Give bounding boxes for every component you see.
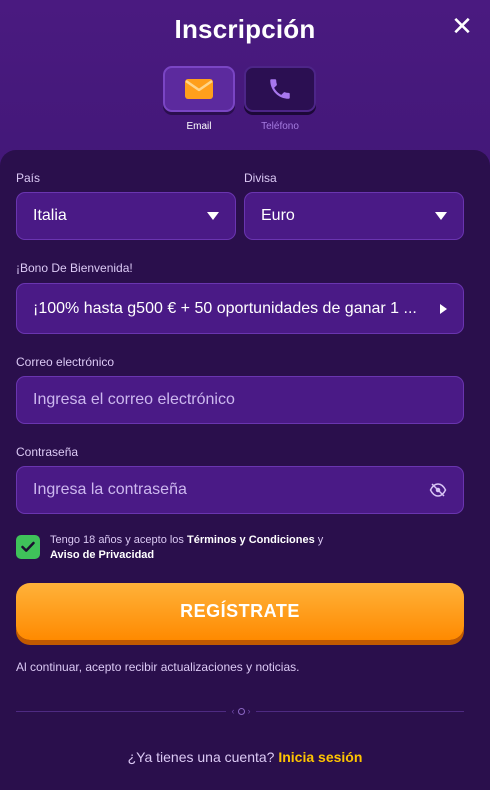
bonus-value: ¡100% hasta g500 € + 50 oportunidades de… [33, 299, 417, 317]
password-placeholder: Ingresa la contraseña [33, 481, 187, 498]
terms-middle: y [314, 534, 324, 546]
close-icon[interactable]: ✕ [450, 13, 474, 39]
privacy-link[interactable]: Aviso de Privacidad [50, 549, 154, 561]
country-select[interactable]: Italia [16, 192, 236, 240]
chevron-right-icon [440, 303, 447, 314]
currency-label: Divisa [244, 171, 277, 185]
country-label: País [16, 171, 41, 185]
email-field[interactable]: Ingresa el correo electrónico [16, 376, 464, 424]
register-button[interactable]: REGÍSTRATE [16, 583, 464, 640]
country-value: Italia [33, 207, 67, 224]
signup-modal: Inscripción ✕ Email Teléfono País Italia [0, 0, 490, 790]
terms-prefix: Tengo 18 años y acepto los [50, 534, 187, 546]
signup-method-tabs: Email Teléfono [163, 66, 316, 132]
chevron-down-icon [435, 212, 447, 220]
password-label: Contraseña [16, 445, 79, 459]
currency-value: Euro [261, 207, 295, 224]
tab-email-label: Email [186, 121, 212, 132]
login-link[interactable]: Inicia sesión [278, 749, 362, 765]
envelope-icon [163, 66, 235, 112]
login-prompt: ¿Ya tienes una cuenta? Inicia sesión [0, 749, 490, 765]
bonus-select[interactable]: ¡100% hasta g500 € + 50 oportunidades de… [16, 283, 464, 334]
password-field[interactable]: Ingresa la contraseña [16, 466, 464, 514]
checkmark-icon [21, 541, 35, 553]
phone-icon [244, 66, 316, 112]
bonus-label: ¡Bono De Bienvenida! [16, 261, 133, 275]
modal-title: Inscripción [174, 14, 316, 44]
tab-phone-label: Teléfono [261, 121, 299, 132]
tab-phone[interactable]: Teléfono [244, 66, 316, 132]
email-placeholder: Ingresa el correo electrónico [33, 391, 235, 408]
login-question: ¿Ya tienes una cuenta? [127, 749, 279, 765]
currency-select[interactable]: Euro [244, 192, 464, 240]
divider-ornament-icon: ‹ › [226, 704, 256, 718]
email-label: Correo electrónico [16, 355, 115, 369]
updates-notice: Al continuar, acepto recibir actualizaci… [16, 660, 300, 674]
terms-checkbox[interactable] [16, 535, 40, 559]
tab-email[interactable]: Email [163, 66, 235, 132]
eye-off-icon[interactable] [429, 482, 447, 498]
terms-text: Tengo 18 años y acepto los Términos y Co… [50, 533, 370, 563]
terms-link[interactable]: Términos y Condiciones [187, 534, 315, 546]
chevron-down-icon [207, 212, 219, 220]
